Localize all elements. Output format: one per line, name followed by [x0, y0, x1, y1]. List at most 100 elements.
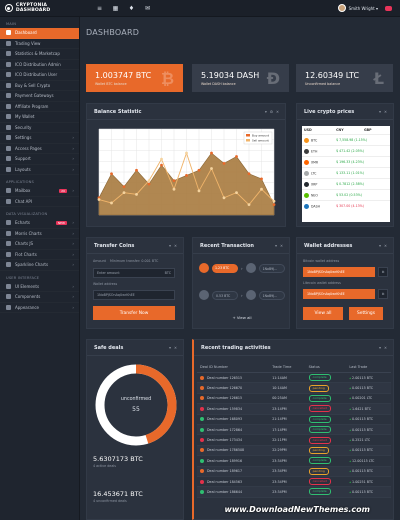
sidebar-item-settings[interactable]: Settings › — [0, 133, 79, 144]
close-icon[interactable]: ✕ — [384, 346, 387, 350]
view-all-button[interactable]: View all — [303, 307, 343, 320]
stat-card-dash[interactable]: 5.19034 DASH Wallet DASH balance Đ — [192, 64, 289, 92]
currency-select[interactable]: BTC — [165, 271, 171, 275]
sidebar-item-buy-sell-crypto[interactable]: Buy & Sell Crypto — [0, 81, 79, 92]
data-point-sell[interactable] — [197, 189, 201, 193]
data-point-sell[interactable] — [210, 167, 213, 170]
data-point-buy[interactable] — [272, 203, 276, 207]
data-point-buy[interactable] — [222, 162, 226, 165]
data-point-sell[interactable] — [185, 151, 188, 155]
table-row[interactable]: Deal number 1786508 22:29PM pending ▴ 0.001… — [197, 445, 391, 457]
table-row[interactable]: Deal number 172864 17:14PM complete ▴ 0.001… — [197, 424, 391, 436]
user-menu[interactable]: Smith Wright ▾ — [337, 4, 392, 12]
table-row[interactable]: ETH $ 471.42 (2.05%) — [302, 145, 390, 157]
sidebar-item-ico-distribution-admin[interactable]: ICO Distribution Admin — [0, 60, 79, 71]
amount-input[interactable]: Enter amount BTC — [93, 268, 175, 278]
data-point-sell[interactable] — [110, 201, 113, 205]
sidebar-item-payment-gateways[interactable]: Payment Gateways — [0, 91, 79, 102]
bitcoin-address-field[interactable]: 1NoBPJSOnAqUwrKhEE — [303, 267, 375, 277]
table-row[interactable]: Deal number 189916 23:34PM complete ▴ 12.00… — [197, 455, 391, 467]
data-point-sell[interactable] — [272, 199, 276, 203]
stat-card-btc[interactable]: 1.003747 BTC Wallet BTC balance ₿ — [86, 64, 183, 92]
close-icon[interactable]: ✕ — [384, 244, 387, 248]
table-row[interactable]: Deal number 126670 10:14AM pending ▴ 0.0011… — [197, 382, 391, 394]
avatar[interactable] — [337, 4, 346, 12]
sidebar-item-dashboard[interactable]: Dashboard — [0, 28, 79, 39]
copy-icon[interactable]: ⧉ — [378, 289, 388, 299]
data-point-buy[interactable] — [110, 172, 113, 176]
collapse-icon[interactable]: ▾ — [379, 346, 381, 350]
user-name[interactable]: Smith Wright ▾ — [349, 6, 378, 11]
sidebar-item-ui-elements[interactable]: UI Elements › — [0, 282, 79, 293]
collapse-icon[interactable]: ▾ — [379, 244, 381, 248]
table-row[interactable]: Deal number 184563 23:34PM cancelled ▴ 1.00… — [197, 476, 391, 488]
close-icon[interactable]: ✕ — [384, 110, 387, 114]
data-point-sell[interactable] — [97, 198, 101, 201]
sidebar-item-echarts[interactable]: Echarts NEW › — [0, 218, 79, 229]
data-point-buy[interactable] — [197, 168, 201, 172]
close-icon[interactable]: ✕ — [174, 244, 177, 248]
table-row[interactable]: XRP $ 0.7812 (2.58%) — [302, 178, 390, 190]
copy-icon[interactable]: ⧉ — [378, 267, 388, 277]
chat-icon[interactable] — [385, 5, 392, 11]
sidebar-item-flot-charts[interactable]: Flot Charts › — [0, 250, 79, 261]
sidebar-item-ico-distribution-user[interactable]: ICO Distribution User — [0, 70, 79, 81]
collapse-icon[interactable]: ▾ — [169, 244, 171, 248]
table-row[interactable]: Deal number 159834 23:14PM cancelled ▴ 1.64… — [197, 403, 391, 415]
sidebar-item-appearance[interactable]: Appearance › — [0, 303, 79, 314]
table-row[interactable]: LTC $ 133.11 (1.01%) — [302, 167, 390, 179]
list-item[interactable]: 0.53 BTC › 1NoB9J... — [199, 290, 285, 300]
sidebar-item-chat-api[interactable]: Chat API — [0, 197, 79, 208]
sidebar-item-components[interactable]: Components › — [0, 292, 79, 303]
data-point-sell[interactable] — [260, 187, 263, 191]
sidebar-item-sparkline-charts[interactable]: Sparkline Charts › — [0, 260, 79, 271]
data-point-buy[interactable] — [122, 185, 126, 189]
view-all-link[interactable]: + View all — [193, 315, 291, 320]
sidebar-item-charts-js[interactable]: Charts JS › — [0, 239, 79, 250]
stat-card-ltc[interactable]: 12.60349 LTC Unconfirmed balance Ł — [296, 64, 393, 92]
data-point-buy[interactable] — [172, 179, 176, 182]
table-row[interactable]: BTC $ 7,558.98 (1.15%) — [302, 134, 390, 146]
collapse-icon[interactable]: ▾ — [169, 346, 171, 350]
sidebar-item-affiliate-program[interactable]: Affiliate Program — [0, 102, 79, 113]
settings-button[interactable]: Settings — [349, 307, 383, 320]
data-point-sell[interactable] — [247, 203, 251, 207]
brand[interactable]: CRYPTONIA DASHBOARD — [0, 0, 82, 17]
collapse-icon[interactable]: ▾ — [379, 110, 381, 114]
litecoin-address-field[interactable]: 1NoBPJSOnAqUwrKhEE — [303, 289, 375, 299]
grid-icon[interactable]: ▦ — [112, 5, 119, 12]
bell-icon[interactable]: ♦ — [128, 5, 135, 12]
table-row[interactable]: Deal number 168093 21:14PM complete ▴ 0.001… — [197, 414, 391, 425]
data-point-buy[interactable] — [147, 182, 151, 186]
data-point-buy[interactable] — [260, 177, 263, 181]
data-point-sell[interactable] — [160, 157, 163, 161]
sidebar-item-my-wallet[interactable]: My Wallet — [0, 112, 79, 123]
sidebar-item-access-pages[interactable]: Access Pages › — [0, 144, 79, 155]
table-row[interactable]: DASH $ 307.00 (4.13%) — [302, 200, 390, 212]
sidebar-item-layouts[interactable]: Layouts › — [0, 165, 79, 176]
table-row[interactable]: Deal number 186644 23:34PM complete ▴ 0.001… — [197, 486, 391, 498]
data-point-sell[interactable] — [222, 196, 226, 200]
sidebar-item-statistics-marketcap[interactable]: Statistics & Marketcap — [0, 49, 79, 60]
table-row[interactable]: Deal number 173434 22:11PM cancelled ▴ 0.25… — [197, 434, 391, 446]
settings-icon[interactable]: ⚙ — [270, 110, 273, 114]
wallet-address-input[interactable]: 1NoBPJSOnAqUwrKhEE — [93, 290, 175, 300]
mail-icon[interactable]: ✉ — [144, 5, 151, 12]
sidebar-item-trading-view[interactable]: Trading View — [0, 39, 79, 50]
list-item[interactable]: 1.23 BTC › 1NoB9J... — [199, 263, 285, 273]
close-icon[interactable]: ✕ — [276, 110, 279, 114]
data-point-buy[interactable] — [247, 172, 251, 176]
data-point-buy[interactable] — [135, 168, 138, 172]
table-row[interactable]: Deal number 126615 00:25AM complete ▴ 0.002… — [197, 393, 391, 405]
data-point-sell[interactable] — [135, 192, 138, 196]
table-row[interactable]: Deal number 189617 23:34PM pending ▴ 0.0011… — [197, 466, 391, 477]
data-point-buy[interactable] — [185, 174, 188, 177]
sidebar-item-morris-charts[interactable]: Morris Charts › — [0, 229, 79, 240]
collapse-icon[interactable]: ▾ — [265, 110, 267, 114]
sidebar-item-mailbox[interactable]: Mailbox 20 › — [0, 186, 79, 197]
table-row[interactable]: NEO $ 53.02 (0.53%) — [302, 189, 390, 201]
sidebar-item-security[interactable]: Security — [0, 123, 79, 134]
collapse-icon[interactable]: ▾ — [275, 244, 277, 248]
data-point-sell[interactable] — [147, 179, 151, 182]
sidebar-item-support[interactable]: Support › — [0, 154, 79, 165]
